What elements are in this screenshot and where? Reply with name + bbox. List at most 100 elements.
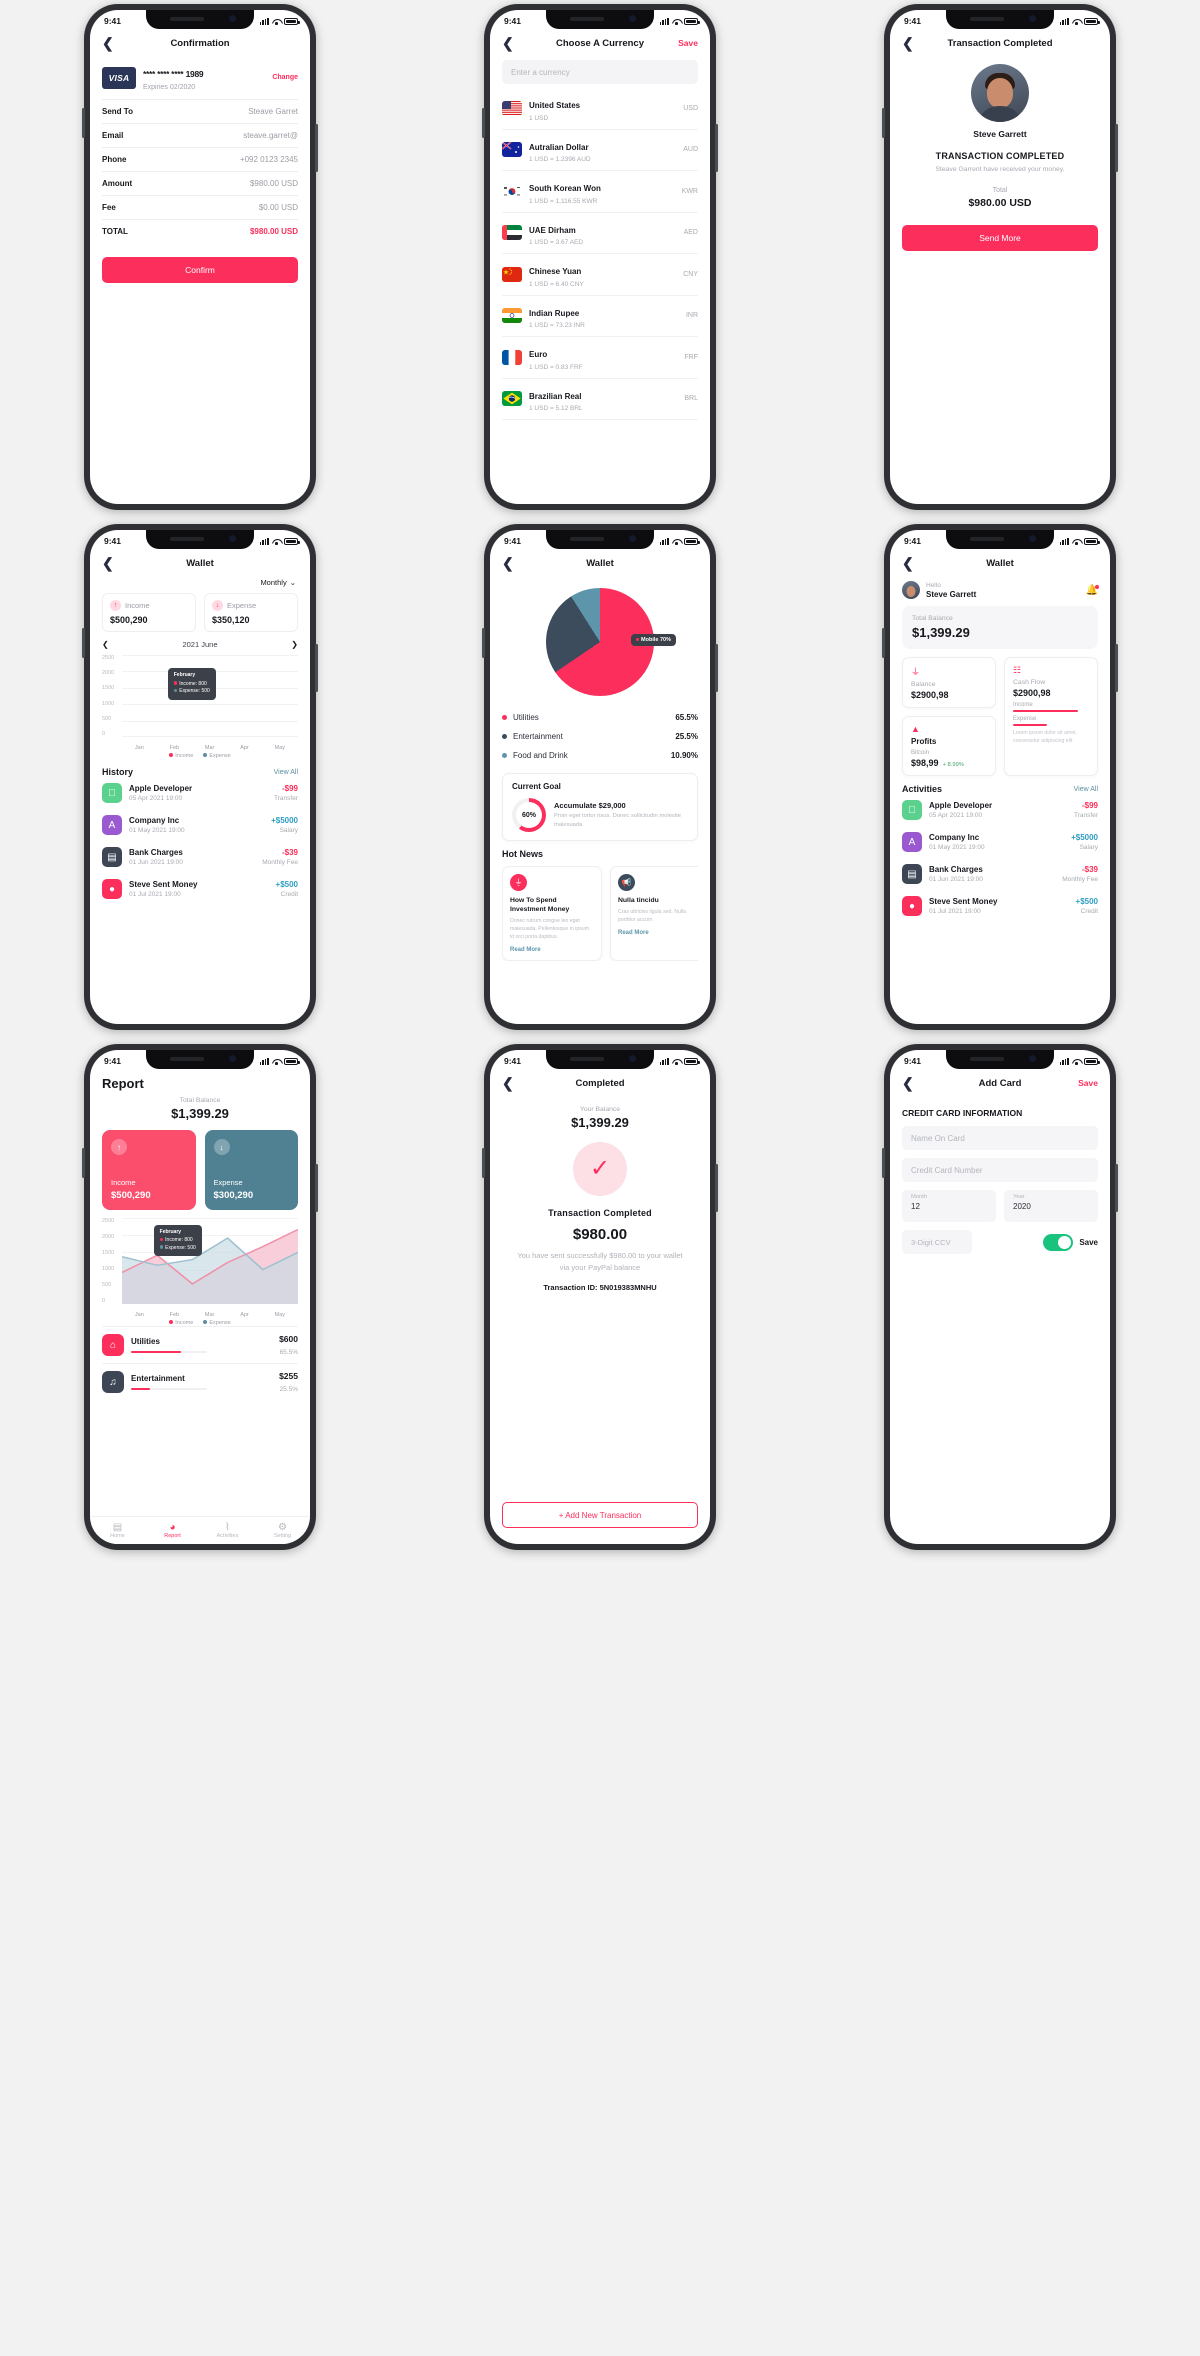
toggle-switch[interactable] [1043, 1233, 1074, 1251]
total-amount: $980.00 USD [968, 197, 1032, 209]
save-card-toggle[interactable]: Save [1043, 1233, 1098, 1251]
card-label: Balance [911, 681, 936, 688]
currency-row[interactable]: South Korean Won 1 USD = 1,116.55 KWR KWR [502, 171, 698, 213]
cell-currency: 9:41 ❮ Choose A Currency Save Enter a cu… [400, 4, 800, 524]
news-card[interactable]: ⏚ How To Spend Investment Money Donec ru… [502, 866, 602, 961]
ccv-input[interactable]: 3-Digit CCV [902, 1230, 972, 1254]
status-time: 9:41 [904, 1056, 922, 1066]
flag-icon-fr [502, 349, 522, 365]
change-card-link[interactable]: Change [272, 74, 298, 81]
transaction-row[interactable]: ● Steve Sent Money 01 Jul 2021 19:00 +$500 C… [102, 873, 298, 905]
back-icon[interactable]: ❮ [502, 556, 514, 570]
save-button[interactable]: Save [678, 38, 698, 48]
transaction-row[interactable]: ● Steve Sent Money 01 Jul 2021 19:00 +$500 C… [902, 890, 1098, 922]
saved-card[interactable]: VISA **** **** **** 1989 Expiries 02/202… [102, 58, 298, 99]
cell-confirmation: 9:41 ❮ Confirmation VISA **** **** **** [0, 4, 400, 524]
name-on-card-input[interactable]: Name On Card [902, 1126, 1098, 1150]
status-subtext: Steave Garrent have received your money. [935, 166, 1065, 173]
back-icon[interactable]: ❮ [902, 556, 914, 570]
currency-row[interactable]: UAE Dirham 1 USD = 3.67 AED AED [502, 213, 698, 254]
currency-row[interactable]: Euro 1 USD = 0.83 FRF FRF [502, 337, 698, 379]
currency-row[interactable]: United States 1 USD USD [502, 88, 698, 130]
currency-row[interactable]: Indian Rupee 1 USD = 73.23 INR INR [502, 296, 698, 337]
legend-income: Income [175, 1320, 194, 1326]
transaction-category: Transfer [1074, 812, 1098, 819]
expense-label: Expense [213, 1178, 243, 1187]
currency-code: INR [685, 312, 698, 320]
signal-icon [1059, 1057, 1069, 1065]
back-icon[interactable]: ❮ [102, 36, 114, 50]
status-bar: 9:41 [90, 530, 310, 552]
confirm-button[interactable]: Confirm [102, 257, 298, 283]
home-icon: ⌂ [102, 1334, 124, 1356]
back-icon[interactable]: ❮ [502, 1076, 514, 1090]
battery-icon [1084, 17, 1100, 25]
month-navigator[interactable]: ❮ 2021 June ❯ [102, 640, 298, 649]
back-icon[interactable]: ❮ [902, 1076, 914, 1090]
news-card[interactable]: 📢 Nulla tincidu Cras ultricies ligula se… [610, 866, 698, 961]
bottom-tab-bar[interactable]: ▤ Home ◕ Report ⌇ Activities ⚙ Setting [90, 1516, 310, 1544]
cashflow-mini-card[interactable]: ☷ Cash Flow $2900,98 Income Expense Lore… [1004, 657, 1098, 776]
row-value: $0.00 USD [258, 203, 298, 212]
send-more-button[interactable]: Send More [902, 225, 1098, 251]
battery-icon [684, 17, 700, 25]
card-value: $2900,98 [911, 690, 949, 700]
search-input[interactable]: Enter a currency [502, 60, 698, 84]
total-balance-card: Total Balance $1,399.29 [902, 606, 1098, 649]
back-icon[interactable]: ❮ [902, 36, 914, 50]
month-field[interactable]: Month 12 [902, 1190, 996, 1222]
cell-wallet-pie: 9:41 ❮ Wallet Mobile 70% Utilities 65.5% E… [400, 524, 800, 1044]
nav-bar: ❮ Wallet [90, 552, 310, 578]
profits-mini-card[interactable]: ▲ Profits Bitcoin $98,99 + 8.99% [902, 716, 996, 776]
category-row[interactable]: ♫ Entertainment $255 25.5% [102, 1363, 298, 1400]
card-label: Cash Flow [1013, 679, 1046, 686]
tooltip-expense: Expense: 500 [179, 688, 210, 695]
read-more-link[interactable]: Read More [510, 947, 594, 953]
back-icon[interactable]: ❮ [102, 556, 114, 570]
view-all-link[interactable]: View All [274, 769, 298, 776]
news-carousel[interactable]: ⏚ How To Spend Investment Money Donec ru… [502, 866, 698, 961]
transaction-amount: -$39 [1081, 865, 1098, 874]
currency-row[interactable]: Autralian Dollar 1 USD = 1.2396 AUD AUD [502, 130, 698, 171]
currency-row[interactable]: Brazilian Real 1 USD = 5.12 BRL BRL [502, 379, 698, 420]
home-tab-icon[interactable]: ▤ Home [90, 1522, 145, 1539]
balance-mini-card[interactable]: ⏚ Balance $2900,98 [902, 657, 996, 708]
chart-tooltip: February Income: 800 Expense: 500 [153, 1224, 202, 1257]
save-button[interactable]: Save [1078, 1078, 1098, 1088]
page-title: Confirmation [170, 37, 230, 49]
activities-tab-icon[interactable]: ⌇ Activities [200, 1522, 255, 1539]
back-icon[interactable]: ❮ [502, 36, 514, 50]
add-transaction-button[interactable]: + Add New Transaction [502, 1502, 698, 1528]
transaction-row[interactable]: ▤ Bank Charges 01 Jun 2021 19:00 -$39 Monthl… [902, 858, 1098, 890]
period-selector[interactable]: Monthly ⌄ [102, 578, 298, 587]
avatar [971, 64, 1029, 122]
row-key: Email [102, 131, 124, 140]
read-more-link[interactable]: Read More [618, 930, 698, 936]
transaction-category: Transfer [274, 795, 298, 802]
transaction-row[interactable]: A Company Inc 01 May 2021 19:00 +$5000 Salar… [102, 809, 298, 841]
year-field[interactable]: Year 2020 [1004, 1190, 1098, 1222]
balance-label: Total Balance [912, 615, 953, 622]
page-title: Wallet [986, 557, 1014, 569]
view-all-link[interactable]: View All [1074, 786, 1098, 793]
transaction-row[interactable]: ▤ Bank Charges 01 Jun 2021 19:00 -$39 Monthl… [102, 841, 298, 873]
notification-bell-icon[interactable]: 🔔 [1086, 584, 1099, 596]
currency-row[interactable]: Chinese Yuan 1 USD = 6.40 CNY CNY [502, 254, 698, 296]
transaction-row[interactable]:  Apple Developer 05 Apr 2021 19:00 -$99 Tra… [902, 794, 1098, 826]
battery-icon [284, 537, 300, 545]
prev-month-icon[interactable]: ❮ [102, 640, 109, 649]
credit-card-number-input[interactable]: Credit Card Number [902, 1158, 1098, 1182]
transaction-row[interactable]: A Company Inc 01 May 2021 19:00 +$5000 Salar… [902, 826, 1098, 858]
cell-completed: 9:41 ❮ Completed Your Balance $1,399.29 … [400, 1044, 800, 1564]
settings-tab-icon[interactable]: ⚙ Setting [255, 1522, 310, 1539]
x-axis-labels: Jan Feb Mar Apr May [122, 745, 298, 751]
nav-bar: ❮ Choose A Currency Save [490, 32, 710, 58]
next-month-icon[interactable]: ❯ [291, 640, 298, 649]
avatar[interactable] [902, 581, 920, 599]
transaction-row[interactable]:  Apple Developer 05 Apr 2021 19:00 -$99 Tra… [102, 777, 298, 809]
signal-icon [259, 17, 269, 25]
phone-add-card: 9:41 ❮ Add Card Save CREDIT CARD INFORMA… [882, 1044, 1118, 1550]
report-tab-icon[interactable]: ◕ Report [145, 1522, 200, 1539]
x-tick: Apr [240, 745, 249, 751]
category-row[interactable]: ⌂ Utilities $600 65.5% [102, 1326, 298, 1363]
